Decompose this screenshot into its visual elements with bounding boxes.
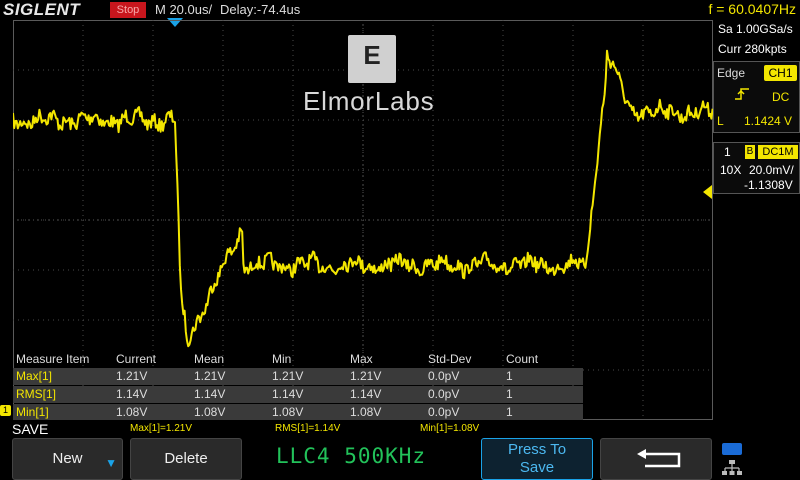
measure-item: Max[1] <box>16 369 53 383</box>
measure-count: 1 <box>506 369 513 383</box>
trigger-coupling: DC <box>772 90 790 104</box>
measurement-table: Measure Item Current Mean Min Max Std-De… <box>13 351 583 422</box>
new-button[interactable]: New ▼ <box>12 438 123 480</box>
delete-button[interactable]: Delete <box>130 438 242 480</box>
sample-rate: Sa 1.00GSa/s <box>718 22 793 36</box>
min-readout: Min[1]=1.08V <box>420 423 480 434</box>
max-readout: Max[1]=1.21V <box>130 423 192 434</box>
measure-item: Min[1] <box>16 405 49 419</box>
vertical-scale: 20.0mV/ <box>749 163 794 177</box>
measure-count: 1 <box>506 405 513 419</box>
probe-ratio: 10X <box>720 163 742 177</box>
measure-std-dev: 0.0pV <box>428 405 460 419</box>
measure-current: 1.21V <box>116 369 148 383</box>
trigger-info-box[interactable]: Edge CH1 DC L 1.1424 V <box>713 61 800 133</box>
press-to-save-line2: Save <box>519 459 555 476</box>
timebase-readout[interactable]: M 20.0us/ <box>155 2 212 17</box>
filename-display: LLC4 500KHz <box>276 444 427 468</box>
trigger-level: 1.1424 V <box>744 114 793 128</box>
table-row: RMS[1] 1.14V 1.14V 1.14V 1.14V 0.0pV 1 <box>13 386 583 403</box>
trigger-source-badge: CH1 <box>764 65 797 81</box>
rms-readout: RMS[1]=1.14V <box>275 423 341 434</box>
menu-status-line: SAVE Max[1]=1.21V RMS[1]=1.14V Min[1]=1.… <box>0 420 800 437</box>
return-arrow-icon <box>637 449 681 468</box>
bandwidth-limit-badge: B <box>745 145 755 159</box>
trigger-level-label: L <box>717 114 724 128</box>
down-arrow-icon: ▼ <box>105 456 117 470</box>
softkey-bar: New ▼ Delete LLC4 500KHz Press To Save <box>0 437 800 480</box>
measure-max: 1.08V <box>350 405 382 419</box>
header-current: Current <box>116 352 157 366</box>
measure-mean: 1.21V <box>194 369 226 383</box>
network-icon <box>722 460 742 475</box>
measure-min: 1.08V <box>272 405 304 419</box>
run-stop-badge[interactable]: Stop <box>110 2 146 18</box>
measure-header-row: Measure Item Current Mean Min Max Std-De… <box>13 351 583 368</box>
usb-icon <box>722 443 742 455</box>
channel-coupling-badge: DC1M <box>758 145 798 159</box>
header-max: Max <box>350 352 373 366</box>
channel1-level-marker[interactable]: 1 <box>0 405 11 416</box>
measure-mean: 1.14V <box>194 387 226 401</box>
right-info-panel: Sa 1.00GSa/s Curr 280kpts Edge CH1 DC L … <box>713 20 800 420</box>
measure-max: 1.21V <box>350 369 382 383</box>
rising-edge-icon <box>734 87 750 104</box>
trigger-type: Edge <box>717 66 746 80</box>
brand-logo: SIGLENT <box>3 0 81 19</box>
channel1-info-box[interactable]: 1 B DC1M 10X 20.0mV/ -1.1308V <box>713 142 800 194</box>
channel-number: 1 <box>724 145 731 159</box>
frequency-counter: f = 60.0407Hz <box>708 1 796 17</box>
header-mean: Mean <box>194 352 225 366</box>
press-to-save-line1: Press To <box>507 441 567 458</box>
header-measure-item: Measure Item <box>16 352 90 366</box>
new-label: New <box>52 450 83 467</box>
press-to-save-button[interactable]: Press To Save <box>481 438 593 480</box>
elmorlabs-logo: E <box>348 35 396 83</box>
back-button[interactable] <box>600 438 712 480</box>
trigger-level-marker-icon[interactable] <box>703 185 712 199</box>
delay-readout[interactable]: Delay:-74.4us <box>220 2 300 17</box>
logo-letter: E <box>363 40 381 70</box>
table-row: Max[1] 1.21V 1.21V 1.21V 1.21V 0.0pV 1 <box>13 368 583 385</box>
memory-depth: Curr 280kpts <box>718 42 787 56</box>
table-row: Min[1] 1.08V 1.08V 1.08V 1.08V 0.0pV 1 <box>13 404 583 421</box>
measure-max: 1.14V <box>350 387 382 401</box>
measure-min: 1.21V <box>272 369 304 383</box>
measure-current: 1.08V <box>116 405 148 419</box>
watermark-name: ElmorLabs <box>303 86 435 116</box>
vertical-offset: -1.1308V <box>744 178 793 192</box>
menu-title: SAVE <box>12 421 49 437</box>
measure-item: RMS[1] <box>16 387 57 401</box>
measure-std-dev: 0.0pV <box>428 387 460 401</box>
measure-current: 1.14V <box>116 387 148 401</box>
header-count: Count <box>506 352 539 366</box>
measure-min: 1.14V <box>272 387 304 401</box>
header-std-dev: Std-Dev <box>428 352 472 366</box>
measure-count: 1 <box>506 387 513 401</box>
measure-mean: 1.08V <box>194 405 226 419</box>
header-min: Min <box>272 352 292 366</box>
top-status-bar: SIGLENT Stop M 20.0us/ Delay:-74.4us f =… <box>0 0 800 20</box>
measure-std-dev: 0.0pV <box>428 369 460 383</box>
